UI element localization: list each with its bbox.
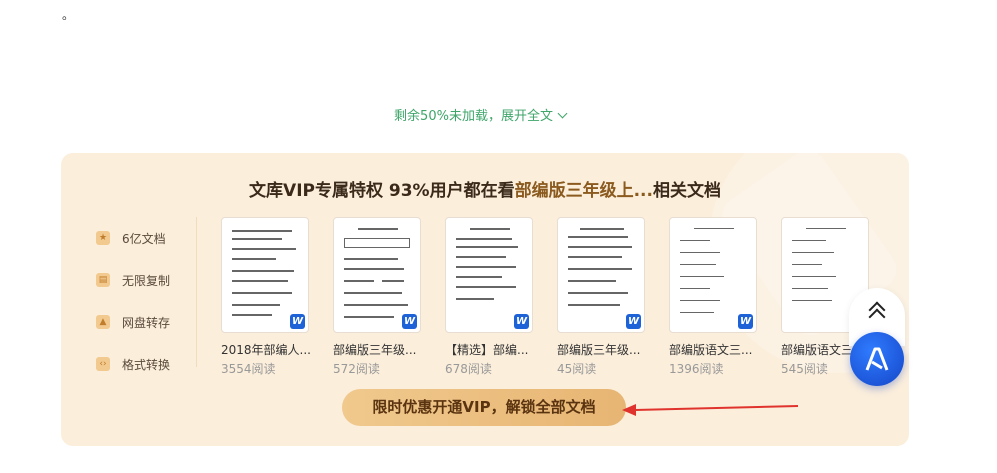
- doc-thumbnail[interactable]: W: [221, 217, 309, 333]
- related-docs-row: W 2018年部编人... 3554阅读 W 部编版三年级... 572阅读 W…: [221, 217, 901, 387]
- word-doc-icon: W: [290, 314, 305, 329]
- feature-item: ▤ 无限复制: [96, 259, 206, 301]
- doc-title[interactable]: 2018年部编人...: [221, 341, 321, 358]
- doc-thumbnail[interactable]: W: [557, 217, 645, 333]
- vip-title-highlight: 部编版三年级上...: [514, 181, 653, 201]
- feature-item: ▲ 网盘转存: [96, 301, 206, 343]
- doc-card[interactable]: W 【精选】部编... 678阅读: [445, 217, 545, 377]
- word-doc-icon: W: [738, 314, 753, 329]
- paragraph-end-mark: 。: [62, 8, 75, 22]
- doc-thumbnail[interactable]: W: [445, 217, 533, 333]
- doc-title[interactable]: 部编版三年级...: [557, 341, 657, 358]
- copy-icon: ▤: [96, 273, 110, 287]
- word-doc-icon: W: [402, 314, 417, 329]
- vip-title-prefix: 文库VIP专属特权 93%用户都在看: [249, 181, 515, 201]
- word-doc-icon: W: [514, 314, 529, 329]
- feature-divider: [196, 217, 197, 367]
- open-vip-button[interactable]: 限时优惠开通VIP，解锁全部文档: [342, 389, 626, 426]
- star-icon: ★: [96, 231, 110, 245]
- feature-label: 6亿文档: [122, 231, 166, 246]
- feature-label: 格式转换: [122, 357, 171, 372]
- code-convert-icon: ‹›: [96, 357, 110, 371]
- doc-title[interactable]: 部编版语文三...: [669, 341, 769, 358]
- feature-item: ‹› 格式转换: [96, 343, 206, 385]
- doc-title[interactable]: 部编版三年级...: [333, 341, 433, 358]
- doc-card[interactable]: W 2018年部编人... 3554阅读: [221, 217, 321, 377]
- word-doc-icon: W: [626, 314, 641, 329]
- ai-logo-icon: [865, 347, 889, 371]
- doc-read-count: 3554阅读: [221, 362, 276, 376]
- expand-full-text-link[interactable]: 剩余50%未加载，展开全文: [0, 105, 960, 124]
- doc-card[interactable]: W 部编版三年级... 572阅读: [333, 217, 433, 377]
- vip-feature-list: ★ 6亿文档 ▤ 无限复制 ▲ 网盘转存 ‹› 格式转换: [96, 217, 206, 385]
- ai-assistant-button[interactable]: [850, 332, 904, 386]
- vip-title: 文库VIP专属特权 93%用户都在看部编版三年级上...相关文档: [61, 176, 909, 201]
- feature-label: 无限复制: [122, 273, 171, 288]
- doc-read-count: 572阅读: [333, 362, 380, 376]
- doc-title[interactable]: 【精选】部编...: [445, 341, 545, 358]
- doc-thumbnail[interactable]: W: [333, 217, 421, 333]
- doc-thumbnail[interactable]: W: [669, 217, 757, 333]
- doc-card[interactable]: W 部编版语文三... 1396阅读: [669, 217, 769, 377]
- feature-item: ★ 6亿文档: [96, 217, 206, 259]
- chevron-down-icon: [557, 108, 568, 119]
- expand-label: 剩余50%未加载，展开全文: [394, 109, 553, 124]
- doc-read-count: 678阅读: [445, 362, 492, 376]
- doc-read-count: 1396阅读: [669, 362, 724, 376]
- cloud-save-icon: ▲: [96, 315, 110, 329]
- doc-read-count: 45阅读: [557, 362, 597, 376]
- doc-card[interactable]: W 部编版三年级... 45阅读: [557, 217, 657, 377]
- feature-label: 网盘转存: [122, 315, 171, 330]
- vip-title-suffix: 相关文档: [652, 181, 721, 201]
- vip-promo-panel: 文库VIP专属特权 93%用户都在看部编版三年级上...相关文档 ★ 6亿文档 …: [61, 153, 909, 446]
